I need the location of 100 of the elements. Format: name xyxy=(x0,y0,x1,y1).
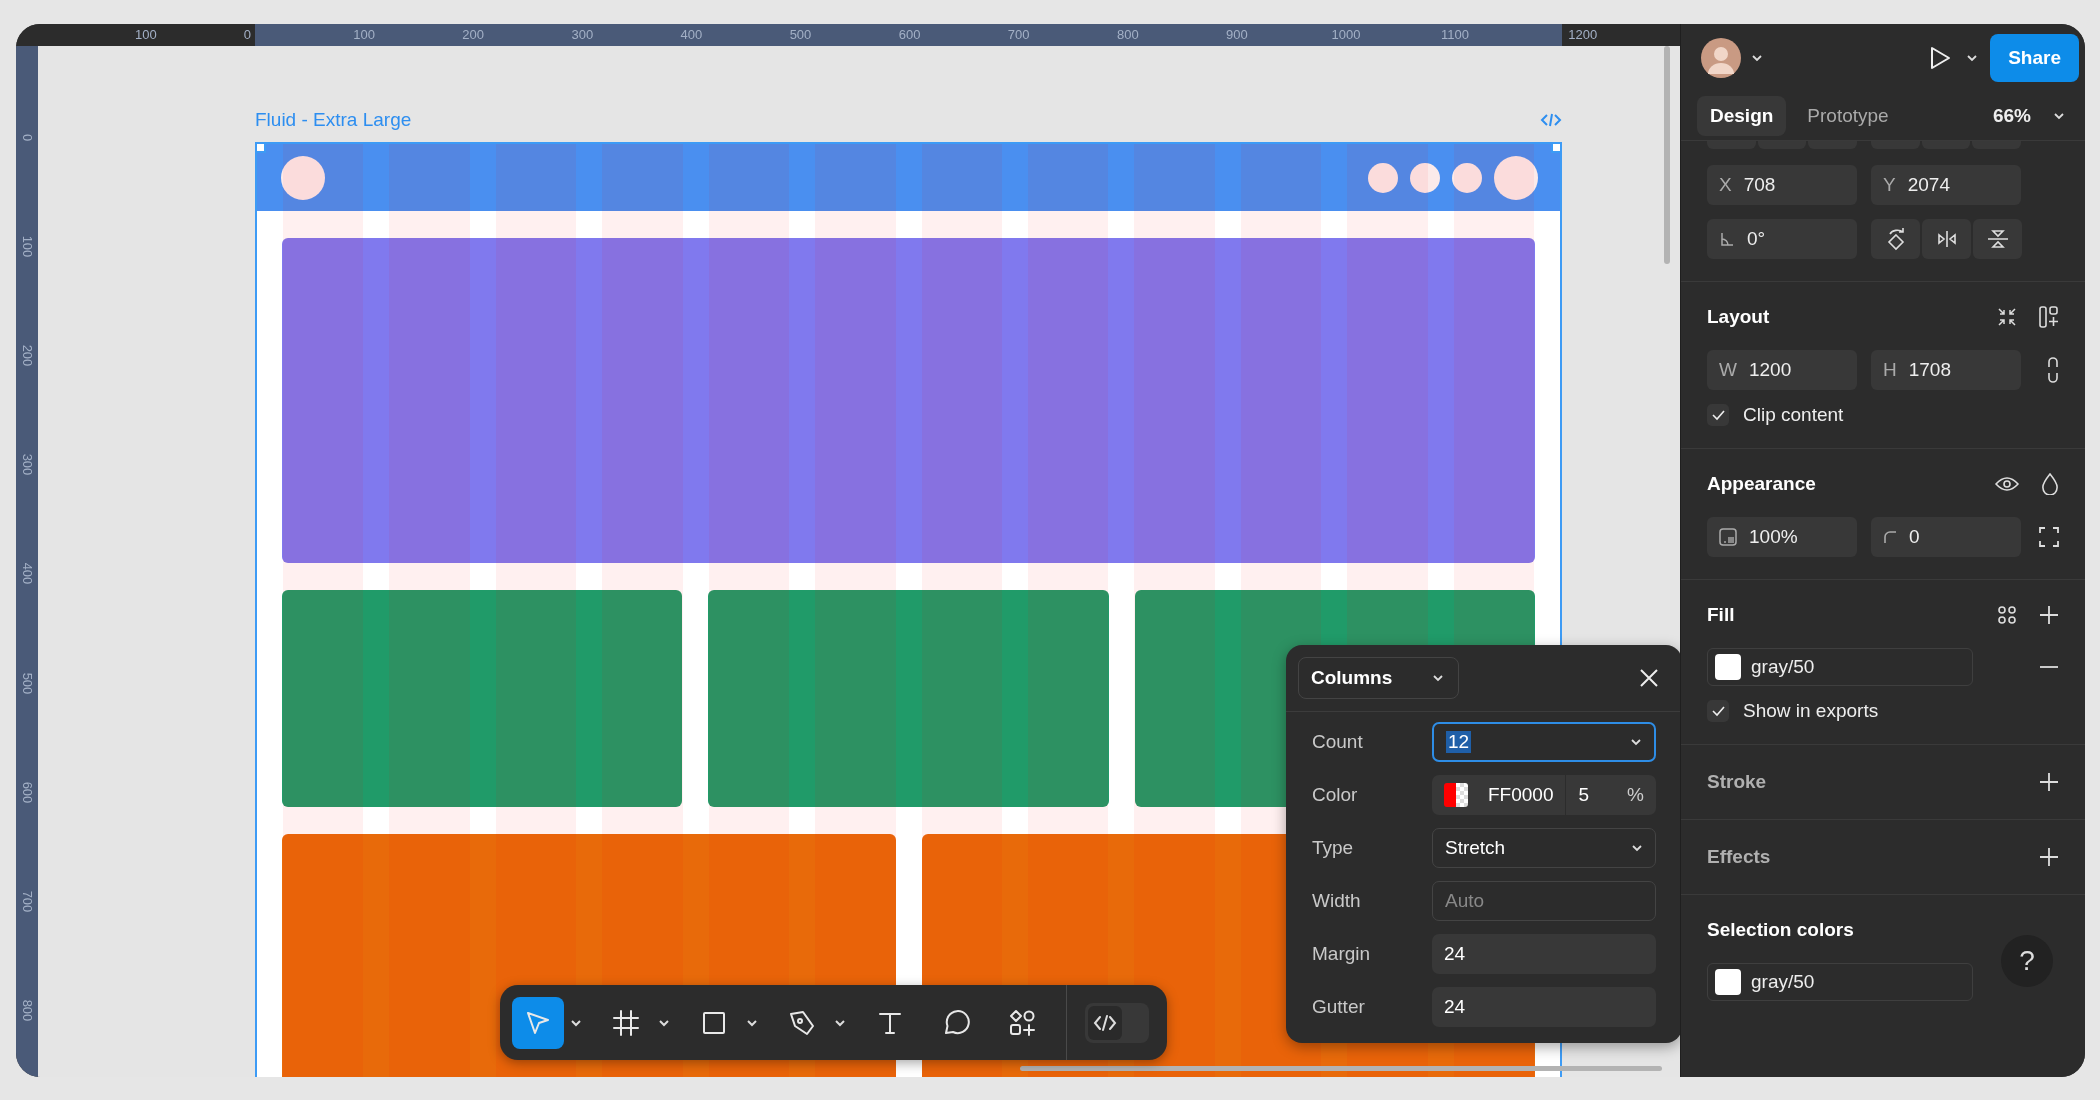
checkbox-label: Show in exports xyxy=(1743,700,1879,722)
section-title: Layout xyxy=(1707,306,1771,328)
nav-circle xyxy=(1368,162,1398,193)
eye-icon[interactable] xyxy=(1995,476,2019,492)
position-field[interactable]: Y 2074 xyxy=(1871,165,2021,205)
move-tool[interactable] xyxy=(512,996,564,1049)
chevron-icon xyxy=(1630,738,1642,746)
opacity-value[interactable]: 5 xyxy=(1578,784,1628,806)
help-button[interactable]: ? xyxy=(2001,935,2053,987)
ruler-label: 200 xyxy=(19,343,35,369)
field-label: Width xyxy=(1312,890,1362,912)
color-swatch[interactable] xyxy=(1444,783,1468,807)
corner-radius-icon xyxy=(1883,530,1897,544)
size-field[interactable]: H 1708 xyxy=(1871,350,2021,390)
styles-grid-icon[interactable] xyxy=(1997,605,2017,625)
caret-icon[interactable] xyxy=(834,1018,846,1027)
checkmark-icon xyxy=(1711,705,1725,717)
field-label: Margin xyxy=(1312,943,1372,965)
section-title: Stroke xyxy=(1707,771,1768,793)
logo-circle xyxy=(281,155,325,200)
checkbox[interactable] xyxy=(1707,404,1729,426)
position-field[interactable]: X 708 xyxy=(1707,165,1857,205)
checkmark-icon xyxy=(1711,409,1725,421)
corner-radius-field[interactable]: 0 xyxy=(1871,517,2021,557)
close-icon[interactable] xyxy=(1638,667,1660,689)
hash-icon xyxy=(611,1007,641,1038)
code-mode-toggle[interactable] xyxy=(1085,1002,1149,1043)
zoom-level[interactable]: 66% xyxy=(1992,105,2031,127)
play-icon[interactable] xyxy=(1928,45,1953,71)
ruler-label: 300 xyxy=(19,452,35,478)
section-title: Appearance xyxy=(1707,473,1817,495)
shapes-plus-icon xyxy=(1007,1007,1037,1038)
hex-value[interactable]: FF0000 xyxy=(1488,784,1554,806)
ruler-label: 700 xyxy=(19,889,35,915)
color-style-field[interactable]: gray/50 xyxy=(1707,963,1973,1001)
scrollbar[interactable] xyxy=(1664,46,1670,264)
drop-icon[interactable] xyxy=(2041,473,2059,495)
link-icon[interactable] xyxy=(2047,357,2059,383)
chevron-icon xyxy=(1432,674,1445,682)
ruler-label: 500 xyxy=(788,27,813,42)
auto-layout-icon[interactable] xyxy=(2039,306,2059,328)
ruler-label: 600 xyxy=(897,27,922,42)
resize-handle[interactable] xyxy=(255,142,266,153)
avatar-circle xyxy=(1494,155,1538,200)
expand-corners-icon[interactable] xyxy=(2039,527,2059,547)
minus-icon[interactable] xyxy=(2039,665,2059,669)
resize-handle[interactable] xyxy=(1551,142,1562,153)
fill-style-field[interactable]: gray/50 xyxy=(1707,648,1973,686)
ruler-label: 1200 xyxy=(1568,27,1599,42)
code-icon xyxy=(1092,1012,1118,1033)
angle-icon xyxy=(1719,231,1735,247)
ruler-label: 100 xyxy=(134,27,158,42)
ruler-label: 400 xyxy=(19,562,35,587)
input-field[interactable]: 24 xyxy=(1432,934,1656,974)
section-title: Selection colors xyxy=(1707,919,1855,941)
ruler-label: 0 xyxy=(242,27,251,42)
scrollbar[interactable] xyxy=(1020,1066,1662,1071)
chevron-icon[interactable] xyxy=(2053,112,2065,120)
ruler-label: 100 xyxy=(352,27,376,42)
section-title: Effects xyxy=(1707,846,1772,868)
chevron-icon[interactable] xyxy=(1751,54,1763,62)
chevron-icon[interactable] xyxy=(1966,54,1979,62)
field-label: Color xyxy=(1312,784,1359,806)
checkbox-label: Clip content xyxy=(1743,404,1844,426)
select-field[interactable]: Stretch xyxy=(1432,828,1656,868)
collapse-icon[interactable] xyxy=(1997,307,2017,327)
plus-icon[interactable] xyxy=(2039,605,2059,625)
size-field[interactable]: W 1200 xyxy=(1707,350,1857,390)
select-field[interactable]: 12 xyxy=(1432,722,1656,762)
plus-icon[interactable] xyxy=(2039,847,2059,867)
rotate-button[interactable] xyxy=(1871,219,1920,259)
avatar[interactable] xyxy=(1701,38,1741,78)
code-icon[interactable] xyxy=(1540,112,1562,128)
panel-tab[interactable]: Design xyxy=(1697,96,1787,136)
plus-icon[interactable] xyxy=(2039,772,2059,792)
unit-label: % xyxy=(1627,784,1644,806)
input-field[interactable]: 24 xyxy=(1432,987,1656,1027)
flip-vertical-button[interactable] xyxy=(1973,219,2022,259)
flip-horizontal-icon xyxy=(1935,230,1958,248)
field-label: Type xyxy=(1312,837,1355,859)
checkbox[interactable] xyxy=(1707,700,1729,722)
grid-type-dropdown[interactable]: Columns xyxy=(1298,657,1460,699)
ruler-label: 500 xyxy=(19,671,35,696)
nav-circle xyxy=(1410,162,1440,193)
caret-icon[interactable] xyxy=(746,1018,758,1027)
ruler-label: 300 xyxy=(570,27,595,42)
caret-icon[interactable] xyxy=(658,1018,670,1027)
chevron-icon xyxy=(1631,844,1643,852)
ruler-label: 600 xyxy=(19,780,35,805)
ruler-label: 100 xyxy=(19,234,35,260)
flip-horizontal-button[interactable] xyxy=(1922,219,1971,259)
panel-tab[interactable]: Prototype xyxy=(1794,96,1902,136)
opacity-icon xyxy=(1719,528,1737,546)
ruler-label: 800 xyxy=(1115,27,1140,42)
share-button[interactable]: Share xyxy=(1990,34,2079,82)
opacity-field[interactable]: 100% xyxy=(1707,517,1857,557)
input-field[interactable]: Auto xyxy=(1432,881,1656,921)
ruler-label: 400 xyxy=(679,27,704,42)
caret-icon[interactable] xyxy=(570,1018,582,1027)
rotation-field[interactable]: 0° xyxy=(1707,219,1857,259)
